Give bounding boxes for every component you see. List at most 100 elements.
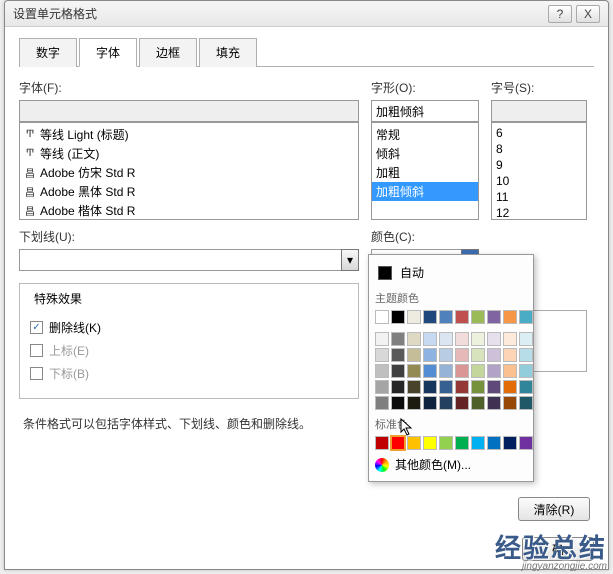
color-swatch[interactable] <box>455 396 469 410</box>
color-swatch[interactable] <box>439 332 453 346</box>
color-swatch[interactable] <box>439 396 453 410</box>
close-button[interactable]: X <box>576 5 600 23</box>
style-input[interactable] <box>371 100 479 122</box>
list-item[interactable]: 加粗 <box>372 163 478 182</box>
list-item[interactable]: 昌Adobe 楷体 Std R <box>20 201 358 220</box>
color-swatch[interactable] <box>375 380 389 394</box>
color-swatch[interactable] <box>407 332 421 346</box>
color-swatch[interactable] <box>487 380 501 394</box>
color-swatch[interactable] <box>487 436 501 450</box>
color-swatch[interactable] <box>503 396 517 410</box>
color-swatch[interactable] <box>439 310 453 324</box>
color-swatch[interactable] <box>519 332 533 346</box>
color-swatch[interactable] <box>423 436 437 450</box>
color-swatch[interactable] <box>503 348 517 362</box>
color-swatch[interactable] <box>471 380 485 394</box>
list-item[interactable]: Ͳ等线 Light (标题) <box>20 125 358 144</box>
color-swatch[interactable] <box>471 332 485 346</box>
font-input[interactable] <box>19 100 359 122</box>
color-swatch[interactable] <box>391 348 405 362</box>
more-colors-option[interactable]: 其他颜色(M)... <box>373 452 529 477</box>
color-swatch[interactable] <box>487 332 501 346</box>
list-item[interactable]: 12 <box>492 205 586 220</box>
color-swatch[interactable] <box>407 348 421 362</box>
color-swatch[interactable] <box>487 348 501 362</box>
color-swatch[interactable] <box>391 380 405 394</box>
color-swatch[interactable] <box>375 332 389 346</box>
color-swatch[interactable] <box>519 310 533 324</box>
list-item[interactable]: 常规 <box>372 125 478 144</box>
list-item[interactable]: 加粗倾斜 <box>372 182 478 201</box>
color-swatch[interactable] <box>375 364 389 378</box>
color-swatch[interactable] <box>423 396 437 410</box>
list-item[interactable]: 昌Adobe 黑体 Std R <box>20 182 358 201</box>
color-swatch[interactable] <box>439 348 453 362</box>
checkbox-strike[interactable]: 删除线(K) <box>30 319 348 336</box>
list-item[interactable]: 倾斜 <box>372 144 478 163</box>
color-swatch[interactable] <box>391 364 405 378</box>
list-item[interactable]: 昌Adobe 仿宋 Std R <box>20 163 358 182</box>
color-swatch[interactable] <box>375 310 389 324</box>
color-auto-option[interactable]: 自动 <box>373 259 529 286</box>
color-swatch[interactable] <box>487 364 501 378</box>
color-swatch[interactable] <box>471 310 485 324</box>
color-swatch[interactable] <box>423 348 437 362</box>
color-swatch[interactable] <box>503 436 517 450</box>
color-swatch[interactable] <box>471 436 485 450</box>
color-swatch[interactable] <box>391 436 405 450</box>
color-swatch[interactable] <box>455 436 469 450</box>
color-swatch[interactable] <box>519 380 533 394</box>
color-swatch[interactable] <box>519 396 533 410</box>
size-list[interactable]: 6 8 9 10 11 12 <box>491 122 587 220</box>
color-swatch[interactable] <box>439 364 453 378</box>
list-item[interactable]: 11 <box>492 189 586 205</box>
style-list[interactable]: 常规 倾斜 加粗 加粗倾斜 <box>371 122 479 220</box>
ok-button[interactable]: 确 <box>522 537 594 561</box>
color-swatch[interactable] <box>423 380 437 394</box>
clear-button[interactable]: 清除(R) <box>518 497 590 521</box>
tab-border[interactable]: 边框 <box>139 38 197 67</box>
color-swatch[interactable] <box>503 332 517 346</box>
tab-font[interactable]: 字体 <box>79 38 137 67</box>
color-swatch[interactable] <box>455 332 469 346</box>
size-input[interactable] <box>491 100 587 122</box>
color-swatch[interactable] <box>455 348 469 362</box>
color-swatch[interactable] <box>407 396 421 410</box>
color-swatch[interactable] <box>471 348 485 362</box>
color-swatch[interactable] <box>487 396 501 410</box>
color-swatch[interactable] <box>455 310 469 324</box>
color-swatch[interactable] <box>487 310 501 324</box>
list-item[interactable]: 8 <box>492 141 586 157</box>
color-swatch[interactable] <box>439 436 453 450</box>
color-swatch[interactable] <box>519 364 533 378</box>
checkbox-super[interactable]: 上标(E) <box>30 342 348 359</box>
color-swatch[interactable] <box>439 380 453 394</box>
color-swatch[interactable] <box>423 332 437 346</box>
tab-fill[interactable]: 填充 <box>199 38 257 67</box>
color-swatch[interactable] <box>455 364 469 378</box>
color-swatch[interactable] <box>391 332 405 346</box>
color-swatch[interactable] <box>423 310 437 324</box>
list-item[interactable]: 9 <box>492 157 586 173</box>
color-swatch[interactable] <box>407 364 421 378</box>
font-list[interactable]: Ͳ等线 Light (标题) Ͳ等线 (正文) 昌Adobe 仿宋 Std R … <box>19 122 359 220</box>
color-swatch[interactable] <box>375 348 389 362</box>
tab-number[interactable]: 数字 <box>19 38 77 67</box>
underline-combo[interactable]: ▾ <box>19 249 359 271</box>
list-item[interactable]: 6 <box>492 125 586 141</box>
color-swatch[interactable] <box>407 436 421 450</box>
color-swatch[interactable] <box>519 348 533 362</box>
color-swatch[interactable] <box>503 310 517 324</box>
color-swatch[interactable] <box>391 310 405 324</box>
color-swatch[interactable] <box>375 396 389 410</box>
color-swatch[interactable] <box>503 364 517 378</box>
list-item[interactable]: Ͳ等线 (正文) <box>20 144 358 163</box>
list-item[interactable]: 10 <box>492 173 586 189</box>
color-swatch[interactable] <box>375 436 389 450</box>
dropdown-button[interactable]: ▾ <box>341 249 359 271</box>
help-button[interactable]: ? <box>548 5 572 23</box>
checkbox-sub[interactable]: 下标(B) <box>30 365 348 382</box>
color-swatch[interactable] <box>471 364 485 378</box>
color-swatch[interactable] <box>407 380 421 394</box>
color-swatch[interactable] <box>455 380 469 394</box>
